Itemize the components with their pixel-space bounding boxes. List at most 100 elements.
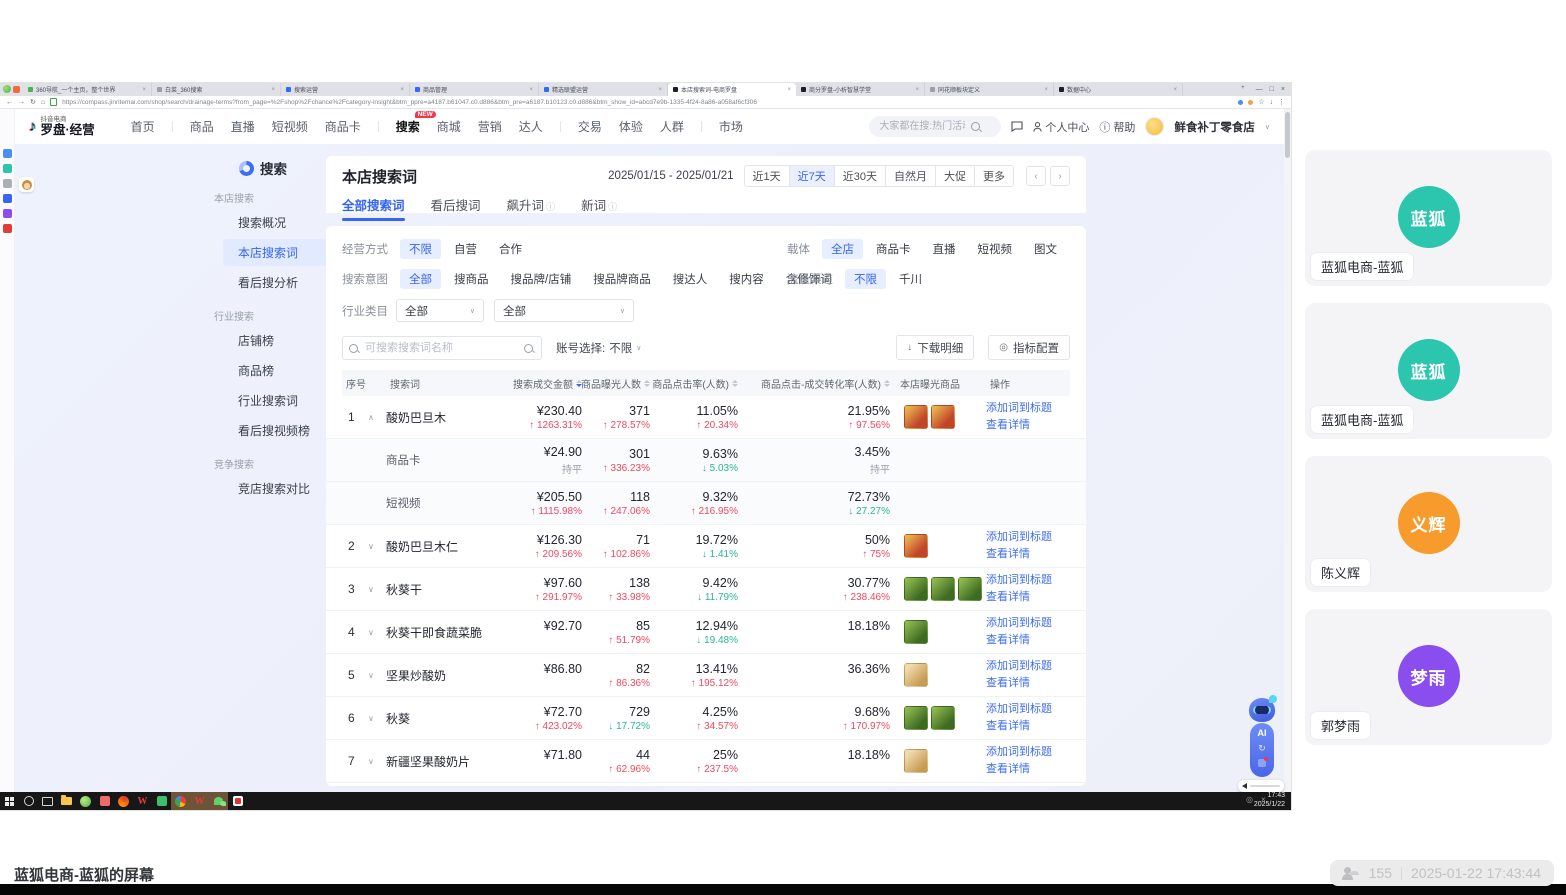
nav-item[interactable]: 交易 bbox=[578, 118, 602, 135]
forward-icon[interactable]: → bbox=[18, 99, 25, 106]
sidebar-item[interactable]: 本店搜索词 bbox=[223, 239, 330, 266]
expand-chevron-icon[interactable]: ∨ bbox=[368, 714, 386, 723]
app-search-input[interactable] bbox=[877, 120, 968, 133]
sort-icon[interactable] bbox=[732, 379, 738, 387]
sidebar-item[interactable]: 看后搜分析 bbox=[223, 269, 330, 296]
product-thumbnail[interactable] bbox=[904, 706, 928, 730]
page-tab[interactable]: 全部搜索词 bbox=[342, 195, 405, 221]
filter-chip[interactable]: 短视频 bbox=[969, 239, 1022, 259]
tab-close-icon[interactable]: × bbox=[787, 87, 791, 93]
tab-close-icon[interactable]: × bbox=[142, 87, 146, 93]
chevron-down-icon[interactable]: ∨ bbox=[1265, 123, 1270, 131]
category-select[interactable]: 全部 ∨ bbox=[494, 299, 634, 322]
add-word-to-title-link[interactable]: 添加词到标题 bbox=[986, 701, 1070, 718]
monkey-widget-icon[interactable] bbox=[19, 177, 34, 192]
view-detail-link[interactable]: 查看详情 bbox=[986, 589, 1070, 606]
ai-apps-icon[interactable] bbox=[1258, 757, 1268, 767]
product-thumbnail[interactable] bbox=[931, 405, 955, 429]
period-button[interactable]: 大促 bbox=[935, 166, 974, 186]
browser-profile-icon[interactable] bbox=[13, 86, 20, 93]
download-detail-button[interactable]: ↓ 下载明细 bbox=[896, 335, 975, 360]
filter-chip[interactable]: 搜品牌/店铺 bbox=[502, 269, 581, 289]
add-word-to-title-link[interactable]: 添加词到标题 bbox=[986, 572, 1070, 589]
period-button[interactable]: 近30天 bbox=[833, 166, 885, 186]
view-detail-link[interactable]: 查看详情 bbox=[986, 546, 1070, 563]
view-detail-link[interactable]: 查看详情 bbox=[986, 761, 1070, 778]
browser-tab[interactable]: 同花顺板块定义 × bbox=[925, 83, 1054, 96]
green-app-icon[interactable] bbox=[152, 792, 171, 810]
product-thumbnail[interactable] bbox=[958, 577, 982, 601]
sort-icon[interactable] bbox=[884, 379, 890, 387]
nav-item[interactable]: 直播 bbox=[231, 118, 255, 135]
download-icon[interactable]: ↓ bbox=[1270, 99, 1274, 106]
help-link[interactable]: ⓘ 帮助 bbox=[1099, 119, 1135, 135]
sidebar-item[interactable]: 搜索概况 bbox=[223, 209, 330, 236]
filter-chip[interactable]: 搜达人 bbox=[664, 269, 717, 289]
tab-close-icon[interactable]: × bbox=[1044, 87, 1048, 93]
store-avatar[interactable] bbox=[1145, 117, 1165, 136]
refresh-icon[interactable]: ↻ bbox=[1258, 743, 1266, 754]
filter-chip[interactable]: 自营 bbox=[445, 239, 486, 259]
close-icon[interactable]: × bbox=[1261, 795, 1266, 804]
nav-item[interactable]: 搜索 NEW bbox=[396, 111, 436, 135]
page-tab[interactable]: 新词 ⓘ bbox=[581, 195, 617, 221]
page-tab[interactable]: 飙升词 ⓘ bbox=[507, 195, 556, 221]
filter-chip[interactable]: 搜品牌商品 bbox=[584, 269, 660, 289]
keyword-search-input[interactable] bbox=[342, 335, 542, 360]
browser-tab[interactable]: 360导航_一个主页，整个世界 × bbox=[23, 83, 152, 96]
nav-item[interactable]: 短视频 bbox=[272, 118, 308, 135]
filter-chip[interactable]: 不限 bbox=[845, 269, 886, 289]
filter-chip[interactable]: 不限 bbox=[400, 239, 441, 259]
expand-chevron-icon[interactable]: ∨ bbox=[368, 542, 386, 551]
nav-item[interactable]: 市场 bbox=[719, 118, 743, 135]
nav-item[interactable]: 商品 bbox=[190, 118, 214, 135]
period-button[interactable]: 近1天 bbox=[744, 166, 789, 186]
nav-item[interactable]: 人群 bbox=[660, 118, 684, 135]
browser-tab[interactable]: 精选联盟运营 × bbox=[539, 83, 668, 96]
search-icon[interactable] bbox=[524, 343, 533, 353]
add-word-to-title-link[interactable]: 添加词到标题 bbox=[986, 744, 1070, 761]
wps-icon[interactable]: W bbox=[133, 792, 152, 810]
filter-chip[interactable]: 搜商品 bbox=[445, 269, 498, 289]
task-view-icon[interactable] bbox=[38, 792, 57, 810]
side-ext-icon[interactable] bbox=[2, 179, 12, 188]
search-icon[interactable] bbox=[971, 122, 981, 131]
side-ext-icon[interactable] bbox=[2, 224, 12, 233]
tab-close-icon[interactable]: × bbox=[529, 87, 533, 93]
browser-360-icon[interactable] bbox=[76, 792, 95, 810]
new-tab-button[interactable]: + bbox=[1236, 83, 1250, 96]
product-thumbnail[interactable] bbox=[904, 749, 928, 773]
filter-chip[interactable]: 千川 bbox=[890, 269, 931, 289]
nav-item[interactable]: 商城 bbox=[437, 118, 461, 135]
expand-chevron-icon[interactable]: ∨ bbox=[368, 757, 386, 766]
home-icon[interactable]: ⌂ bbox=[41, 99, 45, 106]
view-detail-link[interactable]: 查看详情 bbox=[986, 675, 1070, 692]
participant-tile[interactable]: 蓝狐 蓝狐电商-蓝狐 bbox=[1305, 150, 1552, 286]
red-white-app-icon[interactable] bbox=[228, 792, 247, 810]
page-scrollbar[interactable] bbox=[1284, 109, 1291, 793]
firefox-icon[interactable] bbox=[114, 792, 133, 810]
filter-chip[interactable]: 商品卡 bbox=[867, 239, 920, 259]
minimize-icon[interactable]: — bbox=[1256, 86, 1263, 93]
ai-collapse-bar[interactable] bbox=[1238, 780, 1284, 792]
taskbar-search-icon[interactable] bbox=[19, 792, 38, 810]
add-word-to-title-link[interactable]: 添加词到标题 bbox=[986, 658, 1070, 675]
store-name[interactable]: 鲜食补丁零食店 bbox=[1174, 119, 1255, 135]
sidebar-item[interactable]: 店铺榜 bbox=[223, 327, 330, 354]
period-button[interactable]: 更多 bbox=[974, 166, 1013, 186]
ai-toolbar[interactable]: AI ↻ bbox=[1250, 723, 1274, 777]
product-thumbnail[interactable] bbox=[904, 405, 928, 429]
side-ext-icon[interactable] bbox=[2, 164, 12, 173]
side-ext-icon[interactable] bbox=[2, 209, 12, 218]
url-text[interactable]: https://compass.jinritemai.com/shop/sear… bbox=[62, 99, 1233, 106]
collapse-chevron-icon[interactable]: ∧ bbox=[368, 413, 386, 422]
nav-item[interactable]: 商品卡 bbox=[325, 118, 361, 135]
sidebar-item[interactable]: 看后搜视频榜 bbox=[223, 417, 330, 444]
close-icon[interactable]: × bbox=[1281, 86, 1285, 93]
sidebar-item[interactable]: 商品榜 bbox=[223, 357, 330, 384]
browser-tab[interactable]: 商分罗盘-小析智慧学堂 × bbox=[796, 83, 925, 96]
browser-tab[interactable]: 本店搜索词-电商罗盘 × bbox=[668, 83, 796, 96]
filter-chip[interactable]: 搜内容 bbox=[720, 269, 773, 289]
product-thumbnail[interactable] bbox=[904, 577, 928, 601]
participant-tile[interactable]: 梦雨 郭梦雨 bbox=[1305, 609, 1552, 745]
